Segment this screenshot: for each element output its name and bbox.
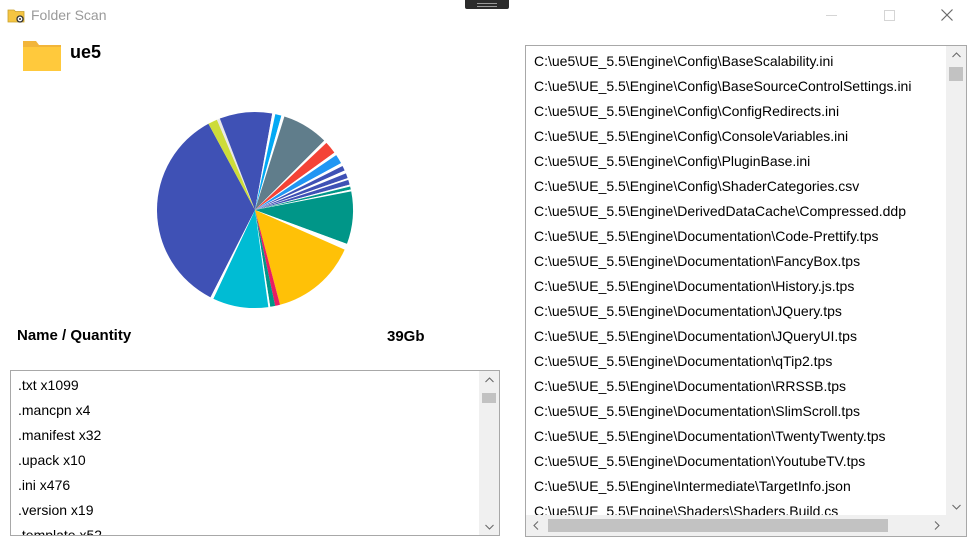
close-icon bbox=[941, 9, 953, 21]
folder-icon bbox=[23, 41, 61, 71]
scroll-thumb[interactable] bbox=[949, 67, 963, 81]
list-item[interactable]: C:\ue5\UE_5.5\Engine\Config\BaseSourceCo… bbox=[526, 71, 946, 96]
chevron-up-icon bbox=[951, 51, 961, 57]
list-item[interactable]: C:\ue5\UE_5.5\Engine\Config\ConfigRedire… bbox=[526, 96, 946, 121]
list-item[interactable]: C:\ue5\UE_5.5\Engine\Documentation\JQuer… bbox=[526, 296, 946, 321]
maximize-button[interactable] bbox=[866, 0, 912, 30]
minimize-button[interactable] bbox=[808, 0, 854, 30]
list-item[interactable]: .ini x476 bbox=[11, 471, 477, 496]
horizontal-scrollbar[interactable] bbox=[526, 515, 946, 536]
list-item[interactable]: C:\ue5\UE_5.5\Engine\Config\PluginBase.i… bbox=[526, 146, 946, 171]
list-item[interactable]: C:\ue5\UE_5.5\Engine\DerivedDataCache\Co… bbox=[526, 196, 946, 221]
scroll-thumb[interactable] bbox=[482, 393, 496, 403]
list-item[interactable]: .upack x10 bbox=[11, 446, 477, 471]
list-item[interactable]: C:\ue5\UE_5.5\Engine\Config\ShaderCatego… bbox=[526, 171, 946, 196]
folder-name: ue5 bbox=[70, 42, 102, 62]
scroll-up-button[interactable] bbox=[946, 46, 966, 63]
list-item[interactable]: C:\ue5\UE_5.5\Engine\Documentation\Fancy… bbox=[526, 246, 946, 271]
list-item[interactable]: C:\ue5\UE_5.5\Engine\Documentation\SlimS… bbox=[526, 396, 946, 421]
close-button[interactable] bbox=[924, 0, 970, 30]
list-item[interactable]: C:\ue5\UE_5.5\Engine\Documentation\RRSSB… bbox=[526, 371, 946, 396]
vertical-scrollbar[interactable] bbox=[946, 46, 966, 515]
scroll-left-button[interactable] bbox=[526, 515, 545, 536]
drag-handle[interactable] bbox=[465, 0, 509, 9]
list-item[interactable]: C:\ue5\UE_5.5\Engine\Documentation\Youtu… bbox=[526, 446, 946, 471]
window-title: Folder Scan bbox=[31, 7, 107, 23]
chevron-right-icon bbox=[934, 521, 940, 530]
name-quantity-label: Name / Quantity bbox=[17, 327, 132, 344]
list-item[interactable]: C:\ue5\UE_5.5\Engine\Documentation\JQuer… bbox=[526, 321, 946, 346]
list-item[interactable]: C:\ue5\UE_5.5\Engine\Intermediate\Target… bbox=[526, 471, 946, 496]
scroll-up-button[interactable] bbox=[479, 371, 499, 388]
list-item[interactable]: C:\ue5\UE_5.5\Engine\Documentation\qTip2… bbox=[526, 346, 946, 371]
pie-chart bbox=[156, 111, 354, 309]
total-size: 39Gb bbox=[387, 328, 425, 345]
scrollbar-corner bbox=[946, 515, 966, 536]
list-item[interactable]: .txt x1099 bbox=[11, 371, 477, 396]
minimize-icon bbox=[825, 14, 837, 16]
list-item[interactable]: C:\ue5\UE_5.5\Engine\Config\ConsoleVaria… bbox=[526, 121, 946, 146]
scroll-thumb[interactable] bbox=[548, 519, 888, 532]
list-item[interactable]: .manifest x32 bbox=[11, 421, 477, 446]
chevron-down-icon bbox=[951, 504, 961, 510]
chevron-left-icon bbox=[532, 521, 538, 530]
scroll-right-button[interactable] bbox=[927, 515, 946, 536]
title-bar[interactable]: Folder Scan bbox=[0, 0, 974, 30]
scroll-down-button[interactable] bbox=[946, 498, 966, 515]
list-item[interactable]: .version x19 bbox=[11, 496, 477, 521]
vertical-scrollbar[interactable] bbox=[479, 371, 499, 535]
file-list[interactable]: C:\ue5\UE_5.5\Engine\Config\BaseScalabil… bbox=[525, 45, 967, 537]
list-item[interactable]: C:\ue5\UE_5.5\Engine\Documentation\Code-… bbox=[526, 221, 946, 246]
chevron-up-icon bbox=[484, 376, 494, 382]
folder-gear-icon bbox=[7, 9, 25, 23]
list-item[interactable]: C:\ue5\UE_5.5\Engine\Documentation\Histo… bbox=[526, 271, 946, 296]
maximize-icon bbox=[883, 9, 895, 21]
list-item[interactable]: C:\ue5\UE_5.5\Engine\Config\BaseScalabil… bbox=[526, 46, 946, 71]
chevron-down-icon bbox=[484, 524, 494, 530]
list-item[interactable]: .template x52 bbox=[11, 521, 477, 535]
list-item[interactable]: .mancpn x4 bbox=[11, 396, 477, 421]
list-item[interactable]: C:\ue5\UE_5.5\Engine\Documentation\Twent… bbox=[526, 421, 946, 446]
extension-list[interactable]: .txt x1099 .mancpn x4 .manifest x32 .upa… bbox=[10, 370, 500, 536]
scroll-down-button[interactable] bbox=[479, 518, 499, 535]
